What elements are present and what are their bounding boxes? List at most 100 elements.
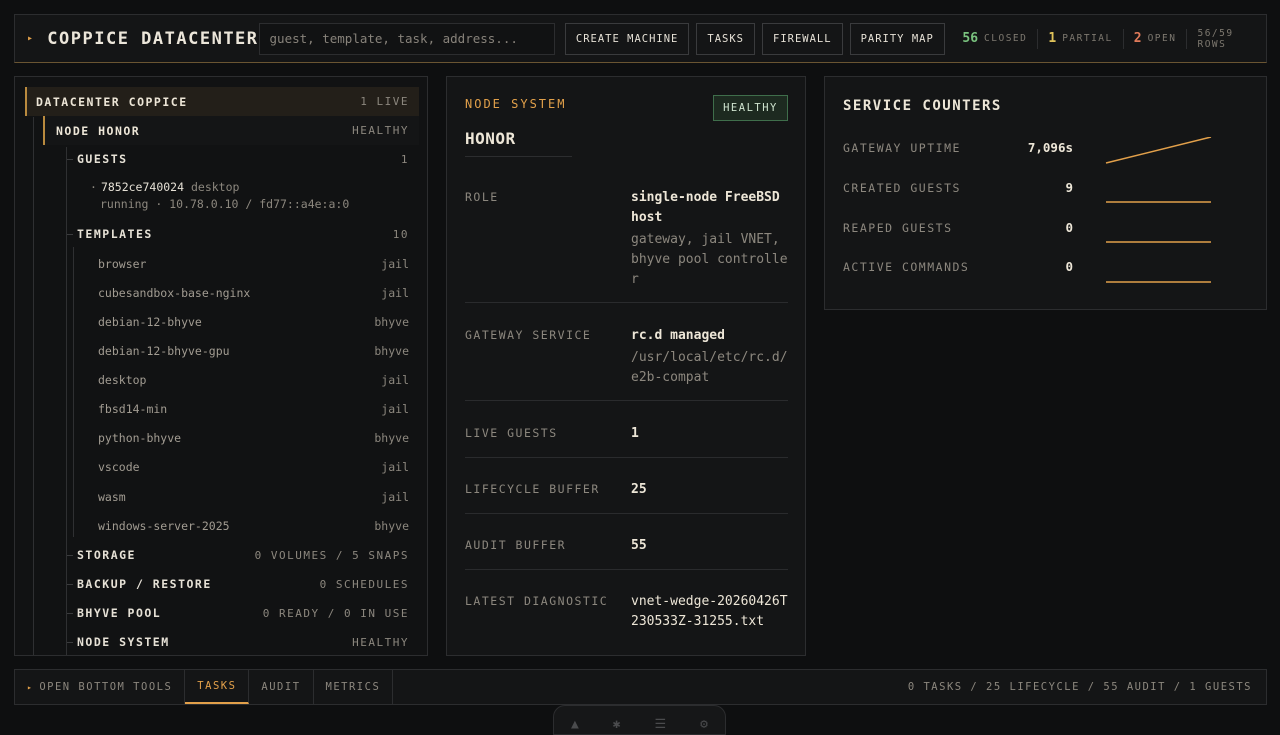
guest-detail: running · 10.78.0.10 / fd77::a4e:a:0	[100, 197, 350, 211]
tree-section-node-system[interactable]: NODE SYSTEM HEALTHY	[67, 629, 419, 655]
tree-section-label: BHYVE POOL	[77, 606, 162, 620]
template-type: jail	[381, 401, 409, 416]
caret-icon: ▸	[27, 33, 34, 44]
template-item[interactable]: debian-12-bhyve bhyve	[98, 307, 419, 336]
settings-icon[interactable]: ⚙	[700, 717, 708, 732]
counter-label: REAPED GUESTS	[843, 221, 953, 235]
counter-value: 0	[1065, 220, 1073, 235]
tab-tasks[interactable]: TASKS	[185, 670, 250, 704]
tree-section-templates[interactable]: TEMPLATES 10	[67, 221, 419, 247]
template-item[interactable]: vscode jail	[98, 452, 419, 481]
sparkline	[1106, 241, 1211, 243]
counter-label: ACTIVE COMMANDS	[843, 260, 970, 274]
tree-item-guest[interactable]: · 7852ce740024 desktop running · 10.78.0.…	[90, 180, 349, 211]
tree-section-value: HEALTHY	[352, 635, 409, 649]
template-item[interactable]: cubesandbox-base-nginx jail	[98, 278, 419, 307]
stat-partial-count: 1	[1048, 31, 1057, 46]
tree-item-datacenter[interactable]: DATACENTER COPPICE 1 LIVE	[25, 87, 419, 116]
tree-section-backup[interactable]: BACKUP / RESTORE 0 SCHEDULES	[67, 571, 419, 597]
detail-row-gateway: GATEWAY SERVICE rc.d managed /usr/local/…	[465, 328, 788, 401]
tree-item-label: DATACENTER COPPICE	[36, 94, 188, 109]
stat-closed-label: CLOSED	[984, 33, 1028, 44]
sparkline	[1106, 281, 1211, 283]
detail-row-role: ROLE single-node FreeBSD host gateway, j…	[465, 190, 788, 303]
template-item[interactable]: fbsd14-min jail	[98, 394, 419, 423]
sparkline	[1105, 137, 1212, 164]
detail-row-diagnostic: LATEST DIAGNOSTIC vnet-wedge-20260426T23…	[465, 592, 789, 655]
tab-audit[interactable]: AUDIT	[249, 670, 314, 704]
template-type: bhyve	[374, 343, 409, 358]
guest-kind: desktop	[190, 180, 240, 194]
tree-section-label: NODE SYSTEM	[77, 635, 170, 649]
open-bottom-tools-label: OPEN BOTTOM TOOLS	[39, 681, 173, 693]
detail-key: LIFECYCLE BUFFER	[465, 482, 600, 496]
bottom-bar: ▸ OPEN BOTTOM TOOLS TASKS AUDIT METRICS …	[14, 669, 1267, 705]
template-type: jail	[381, 285, 409, 300]
template-item[interactable]: debian-12-bhyve-gpu bhyve	[98, 336, 419, 365]
template-type: jail	[381, 489, 409, 504]
firewall-button[interactable]: FIREWALL	[762, 22, 843, 55]
tree-guide	[73, 247, 74, 537]
template-item[interactable]: desktop jail	[98, 365, 419, 394]
detail-value: 55	[631, 538, 647, 553]
detail-value: 1	[631, 426, 639, 441]
template-name: fbsd14-min	[98, 401, 168, 416]
counter-label: CREATED GUESTS	[843, 181, 961, 195]
panel-title: SERVICE COUNTERS	[843, 98, 1002, 114]
tree-section-guests[interactable]: GUESTS 1	[67, 146, 419, 172]
stat-open-label: OPEN	[1147, 33, 1177, 44]
template-name: desktop	[98, 372, 147, 387]
template-item[interactable]: wasm jail	[98, 482, 419, 511]
guest-id: 7852ce740024	[100, 180, 185, 194]
bullet-icon: ·	[90, 180, 97, 194]
detail-key: AUDIT BUFFER	[465, 538, 567, 552]
detail-subvalue: gateway, jail VNET, bhyve pool controlle…	[631, 232, 788, 287]
stat-open-count: 2	[1133, 31, 1142, 46]
detail-value: 25	[631, 482, 647, 497]
template-name: debian-12-bhyve	[98, 314, 202, 329]
template-item[interactable]: windows-server-2025 bhyve	[98, 511, 419, 540]
detail-kicker: NODE SYSTEM	[465, 97, 567, 111]
tab-metrics[interactable]: METRICS	[314, 670, 394, 704]
counter-active-commands: ACTIVE COMMANDS 0	[843, 256, 1223, 283]
template-item[interactable]: browser jail	[98, 249, 419, 278]
counter-value: 0	[1065, 259, 1073, 274]
detail-subvalue: /usr/local/etc/rc.d/e2b-compat	[631, 350, 788, 385]
tree-section-value: 10	[392, 227, 409, 241]
tree-section-bhyve-pool[interactable]: BHYVE POOL 0 READY / 0 IN USE	[67, 600, 419, 626]
tree-section-value: 0 VOLUMES / 5 SNAPS	[254, 548, 409, 562]
guest-line: · 7852ce740024 desktop	[90, 180, 349, 194]
stat-partial: 1 PARTIAL	[1038, 28, 1124, 49]
template-name: browser	[98, 256, 147, 271]
open-bottom-tools-button[interactable]: ▸ OPEN BOTTOM TOOLS	[15, 670, 186, 704]
create-machine-button[interactable]: CREATE MACHINE	[564, 22, 690, 55]
tree-guide	[66, 147, 67, 655]
bug-icon[interactable]: ✱	[613, 717, 621, 732]
search-input[interactable]	[258, 22, 555, 55]
tasks-button[interactable]: TASKS	[696, 22, 755, 55]
tree-section-value: 0 READY / 0 IN USE	[262, 606, 409, 620]
stat-open: 2 OPEN	[1124, 28, 1188, 49]
tree-item-node[interactable]: NODE HONOR HEALTHY	[43, 116, 419, 145]
detail-key: LATEST DIAGNOSTIC	[465, 594, 609, 608]
tree-item-value: 1 LIVE	[360, 95, 409, 108]
top-bar: ▸ COPPICE DATACENTER CREATE MACHINE TASK…	[14, 14, 1267, 63]
status-badge: HEALTHY	[713, 95, 788, 121]
dock: ▲ ✱ ☰ ⚙	[553, 705, 726, 735]
parity-map-button[interactable]: PARITY MAP	[849, 22, 945, 55]
template-type: jail	[381, 459, 409, 474]
template-name: debian-12-bhyve-gpu	[98, 343, 230, 358]
counter-label: GATEWAY UPTIME	[843, 141, 961, 155]
tree-section-label: STORAGE	[77, 548, 136, 562]
detail-value[interactable]: vnet-wedge-20260426T230533Z-31255.txt	[631, 592, 789, 632]
detail-key: LIVE GUESTS	[465, 426, 558, 440]
template-type: bhyve	[374, 314, 409, 329]
tree-item-value: HEALTHY	[352, 124, 409, 137]
terminal-icon[interactable]: ▲	[571, 717, 579, 732]
template-name: vscode	[98, 459, 140, 474]
template-item[interactable]: python-bhyve bhyve	[98, 423, 419, 452]
menu-icon[interactable]: ☰	[655, 717, 667, 732]
tree-section-storage[interactable]: STORAGE 0 VOLUMES / 5 SNAPS	[67, 542, 419, 568]
counter-value: 9	[1065, 180, 1073, 195]
app-title: COPPICE DATACENTER	[47, 28, 259, 49]
